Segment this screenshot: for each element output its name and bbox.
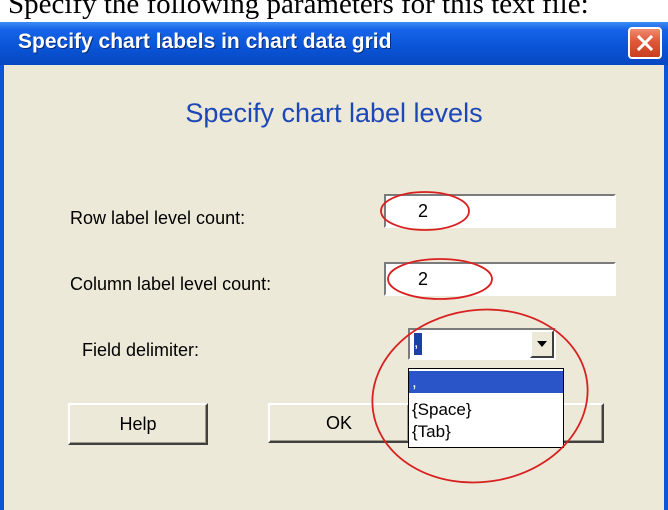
dropdown-option-comma[interactable]: ,: [409, 371, 563, 393]
dropdown-arrow-button[interactable]: [530, 330, 554, 358]
column-label-level-count-field[interactable]: 2: [384, 262, 616, 296]
field-delimiter-label: Field delimiter:: [82, 340, 200, 360]
ok-button[interactable]: OK: [268, 403, 408, 443]
dialog-heading: Specify chart label levels: [185, 98, 483, 128]
document-text: Specify the following parameters for thi…: [8, 0, 589, 20]
field-delimiter-dropdown-list: , {Space} {Tab}: [408, 368, 564, 448]
field-delimiter-value: ,: [414, 333, 422, 355]
close-icon: [637, 35, 653, 51]
close-button[interactable]: [628, 27, 662, 59]
cancel-button[interactable]: [564, 403, 604, 443]
column-label-level-count-label: Column label level count:: [70, 274, 272, 294]
field-delimiter-select[interactable]: ,: [408, 328, 556, 360]
chevron-down-icon: [537, 341, 547, 347]
dialog-title: Specify chart labels in chart data grid: [18, 30, 392, 53]
row-label-level-count-field[interactable]: 2: [384, 194, 616, 228]
row-label-level-count-label: Row label level count:: [70, 208, 246, 228]
help-button[interactable]: Help: [68, 403, 208, 445]
dropdown-option-tab[interactable]: {Tab}: [409, 421, 563, 443]
dropdown-option-space[interactable]: {Space}: [409, 399, 563, 421]
